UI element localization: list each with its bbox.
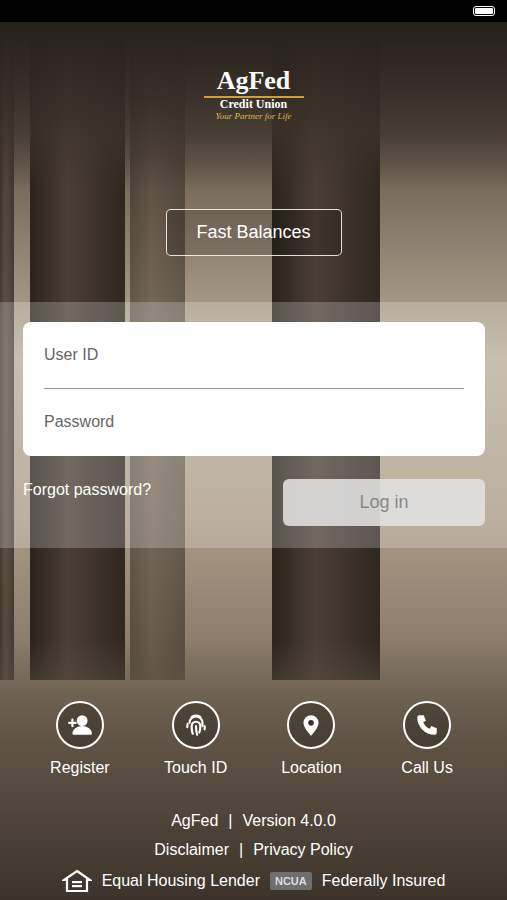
fast-balances-button[interactable]: Fast Balances <box>166 209 342 256</box>
text-input[interactable] <box>44 346 464 364</box>
logo: AgFed Credit Union Your Partner for Life <box>204 68 304 122</box>
footer: AgFed | Version 4.0.0 Disclaimer| Privac… <box>62 811 446 893</box>
login-screen: AgFed Credit Union Your Partner for Life… <box>0 0 507 900</box>
password-field[interactable] <box>44 389 464 456</box>
text-field[interactable] <box>44 322 464 389</box>
ncua-badge: NCUA <box>270 872 312 890</box>
footer-link[interactable]: Privacy Policy <box>253 841 353 859</box>
quick-action[interactable]: Call Us <box>369 701 485 777</box>
login-panel: Forgot password? Log in <box>0 302 507 548</box>
fingerprint-icon[interactable] <box>172 701 220 749</box>
quick-action[interactable]: Register <box>22 701 138 777</box>
quick-actions: Register Touch ID Location Call Us <box>0 701 507 777</box>
forgot-password-link[interactable]: Forgot password? <box>23 481 151 499</box>
login-card <box>23 322 485 456</box>
battery-icon <box>473 6 495 16</box>
equal-housing-icon <box>62 869 92 893</box>
person-plus-icon[interactable] <box>56 701 104 749</box>
location-pin-icon[interactable] <box>287 701 335 749</box>
quick-action[interactable]: Location <box>254 701 370 777</box>
footer-link[interactable]: Disclaimer <box>154 841 229 859</box>
password-input[interactable] <box>44 413 464 431</box>
status-bar <box>0 0 507 22</box>
equal-housing-label: Equal Housing Lender <box>102 872 260 890</box>
app-name: AgFed <box>171 812 218 830</box>
quick-action[interactable]: Touch ID <box>138 701 254 777</box>
insured-label: Federally Insured <box>322 872 446 890</box>
phone-icon[interactable] <box>403 701 451 749</box>
version-label: Version 4.0.0 <box>242 812 335 830</box>
login-button[interactable]: Log in <box>283 479 485 526</box>
